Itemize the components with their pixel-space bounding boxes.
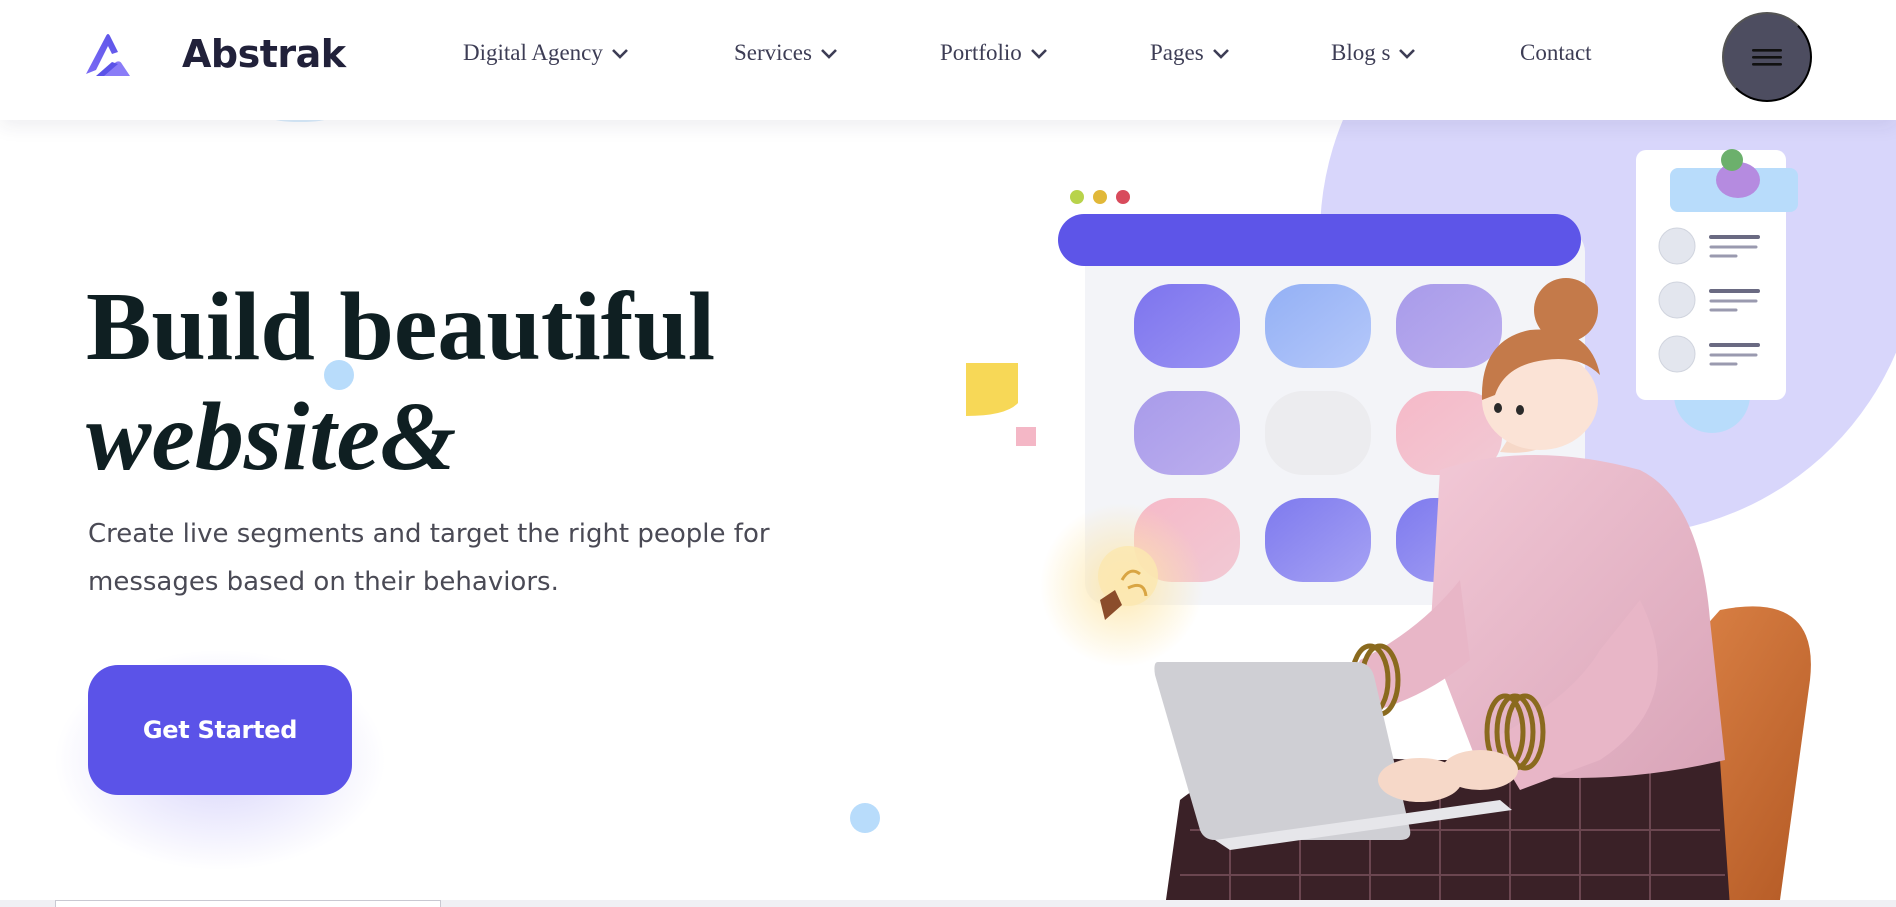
nav-item-pages[interactable]: Pages	[1150, 40, 1230, 66]
nav-item-label: Pages	[1150, 40, 1204, 65]
nav-item-label: Portfolio	[940, 40, 1022, 65]
hero-title: Build beautiful website&	[86, 272, 715, 492]
hero-subtitle: Create live segments and target the righ…	[88, 519, 770, 597]
chevron-down-icon	[1030, 49, 1047, 59]
nav-item-digital-agency[interactable]: Digital Agency	[463, 40, 629, 66]
menu-button[interactable]	[1722, 12, 1812, 102]
chevron-down-icon	[821, 49, 837, 59]
nav-item-portfolio[interactable]: Portfolio	[940, 40, 1048, 66]
chevron-down-icon	[1212, 49, 1229, 59]
nav-item-label: Blog s	[1331, 40, 1391, 65]
abstrak-logo-icon	[86, 34, 130, 76]
nav-item-blogs[interactable]: Blog s	[1331, 40, 1416, 66]
site-header: Abstrak Digital Agency Services Portfoli…	[0, 0, 1896, 120]
nav-item-label: Services	[734, 40, 812, 65]
nav-item-services[interactable]: Services	[734, 40, 838, 66]
chevron-down-icon	[1399, 49, 1416, 59]
nav-item-label: Contact	[1520, 40, 1592, 65]
get-started-button[interactable]: Get Started	[88, 665, 352, 795]
chevron-down-icon	[611, 49, 628, 59]
hero-title-line1: Build beautiful	[86, 273, 716, 381]
bottom-tab	[55, 900, 441, 907]
hero-title-line2: website&	[86, 383, 457, 491]
brand-name: Abstrak	[182, 32, 346, 76]
decorative-dot	[850, 803, 880, 833]
nav-item-label: Digital Agency	[463, 40, 603, 65]
logo-link[interactable]: Abstrak	[82, 30, 346, 80]
nav-item-contact[interactable]: Contact	[1520, 40, 1592, 66]
hamburger-menu-icon	[1752, 49, 1782, 66]
